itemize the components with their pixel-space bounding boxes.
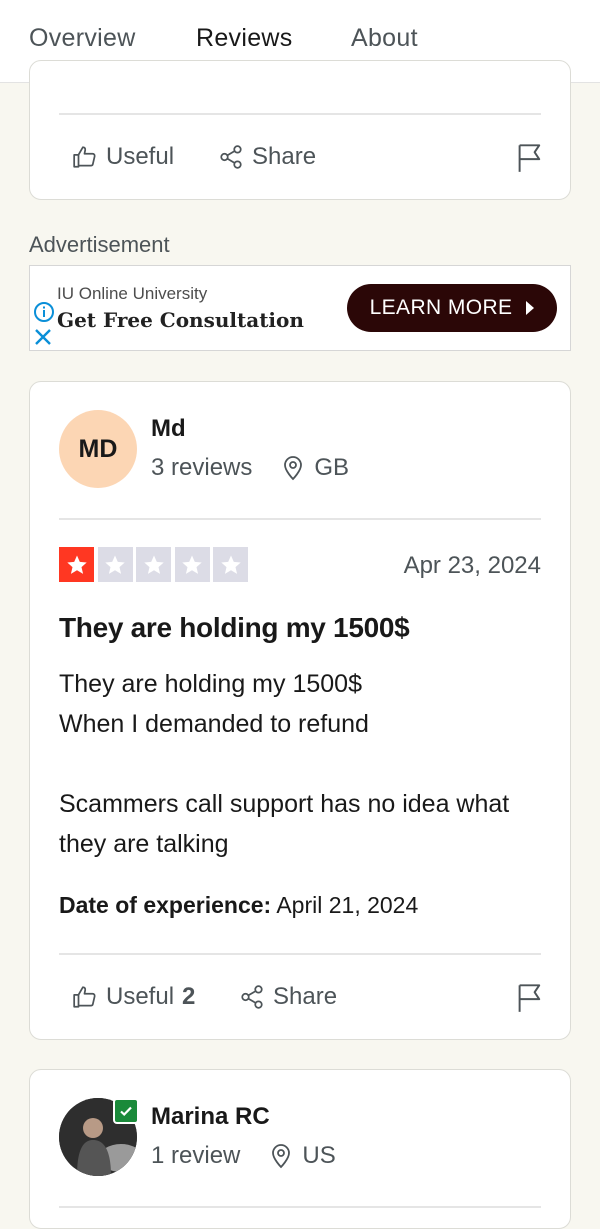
learn-more-label: LEARN MORE xyxy=(369,296,513,319)
review-title[interactable]: They are holding my 1500$ xyxy=(59,612,410,644)
review-card-previous: Useful Share xyxy=(29,60,571,200)
useful-label: Useful xyxy=(106,983,175,1010)
star-rating xyxy=(59,547,252,582)
ad-headline[interactable]: Get Free Consultation xyxy=(57,308,304,332)
tab-about[interactable]: About xyxy=(351,24,418,53)
star-icon-empty xyxy=(213,547,248,582)
reviewer-name[interactable]: Marina RC xyxy=(151,1103,270,1131)
avatar[interactable]: MD xyxy=(59,410,137,488)
reviewer-country: US xyxy=(302,1142,336,1169)
useful-button[interactable]: Useful xyxy=(72,143,174,171)
useful-label: Useful xyxy=(106,143,175,170)
card-divider xyxy=(59,113,541,115)
reviews-count: 1 review xyxy=(151,1142,241,1169)
advertisement-label: Advertisement xyxy=(29,232,170,257)
review-card: Marina RC 1 review US xyxy=(29,1069,571,1229)
ad-banner[interactable]: IU Online University Get Free Consultati… xyxy=(29,265,571,351)
learn-more-button[interactable]: LEARN MORE xyxy=(347,284,557,332)
share-button[interactable]: Share xyxy=(239,983,337,1011)
share-icon xyxy=(220,145,242,169)
flag-icon[interactable] xyxy=(516,983,544,1013)
reviewer-meta: 1 review US xyxy=(151,1142,336,1170)
useful-count: 2 xyxy=(182,983,196,1010)
location-pin-icon xyxy=(284,456,303,481)
star-icon-empty xyxy=(136,547,171,582)
share-label: Share xyxy=(252,143,317,170)
reviews-count: 3 reviews xyxy=(151,454,253,481)
tab-reviews[interactable]: Reviews xyxy=(196,24,293,53)
ad-sponsor: IU Online University xyxy=(57,284,208,303)
review-body: They are holding my 1500$ When I demande… xyxy=(59,670,510,858)
card-divider xyxy=(59,953,541,955)
useful-button[interactable]: Useful 2 xyxy=(72,983,195,1011)
info-icon[interactable] xyxy=(33,301,55,323)
close-icon[interactable] xyxy=(34,328,52,346)
thumbs-up-icon xyxy=(73,146,96,168)
review-date: Apr 23, 2024 xyxy=(403,552,541,579)
date-of-experience: Date of experience: April 21, 2024 xyxy=(59,892,418,919)
review-card: MD Md 3 reviews GB Apr 23, 2024 They are… xyxy=(29,381,571,1040)
star-icon-empty xyxy=(97,547,133,582)
card-divider xyxy=(59,518,541,520)
experience-date: April 21, 2024 xyxy=(276,892,419,918)
share-label: Share xyxy=(273,983,338,1010)
reviewer-name[interactable]: Md xyxy=(151,415,186,443)
thumbs-up-icon xyxy=(73,986,96,1008)
flag-icon[interactable] xyxy=(516,143,544,173)
card-divider xyxy=(59,1206,541,1208)
location-pin-icon xyxy=(272,1144,291,1169)
share-button[interactable]: Share xyxy=(218,143,316,171)
star-icon-empty xyxy=(174,547,210,582)
verified-badge-icon xyxy=(113,1098,139,1124)
experience-label: Date of experience: xyxy=(59,892,272,918)
reviewer-meta: 3 reviews GB xyxy=(151,454,349,482)
share-icon xyxy=(241,985,263,1009)
star-icon-filled xyxy=(59,547,94,582)
reviewer-country: GB xyxy=(314,454,350,481)
play-arrow-icon xyxy=(526,301,535,315)
tab-overview[interactable]: Overview xyxy=(29,24,136,53)
